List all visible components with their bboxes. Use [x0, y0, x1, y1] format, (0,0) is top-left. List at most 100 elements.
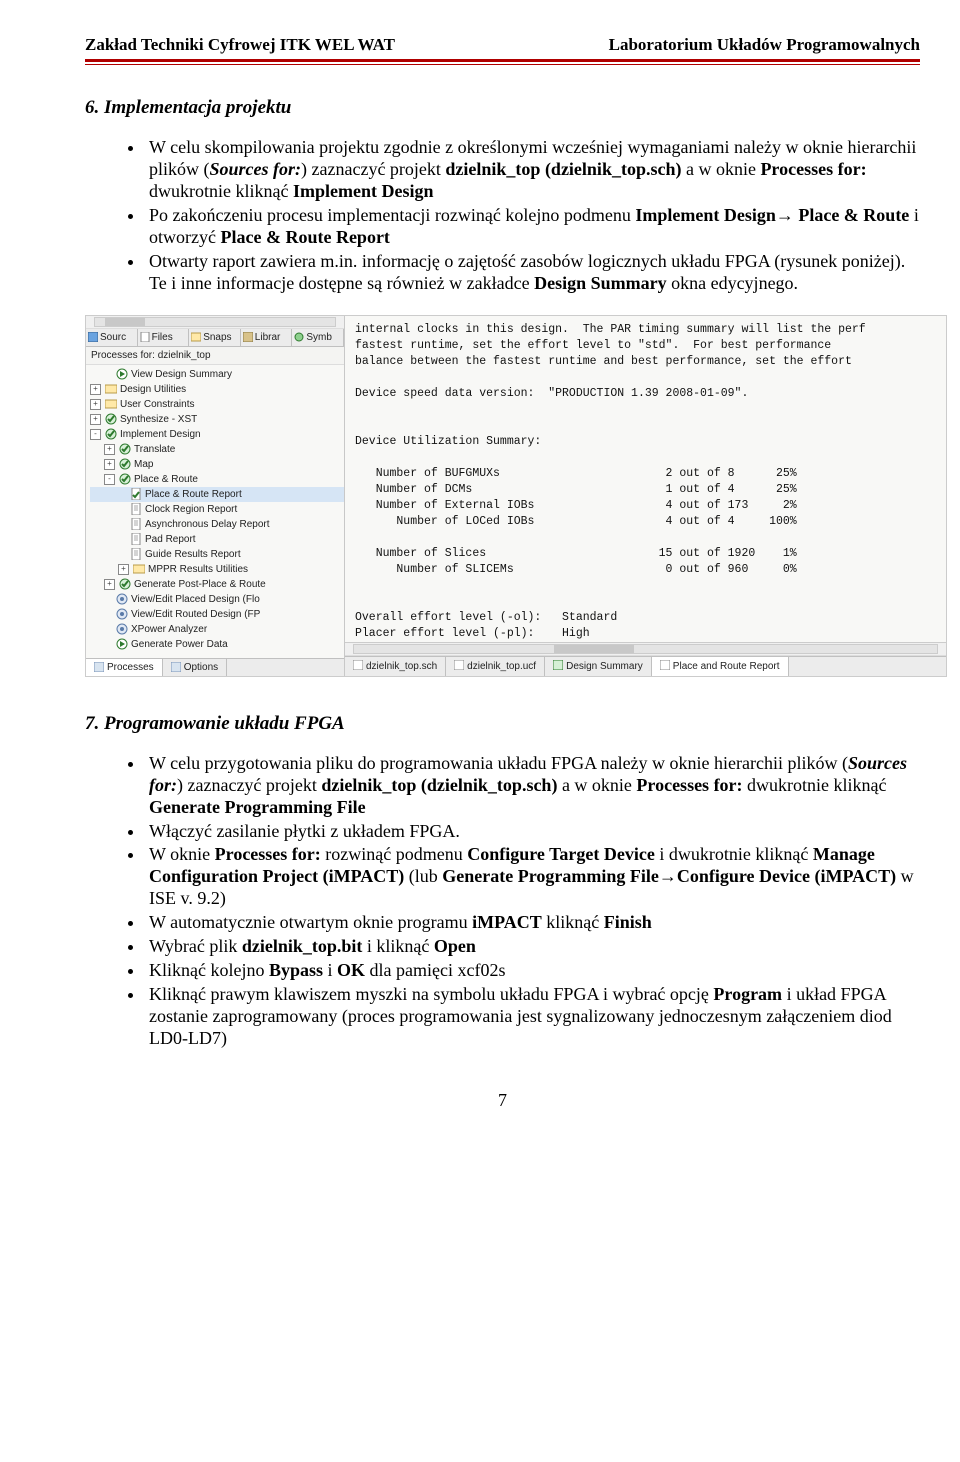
tab-icon — [171, 662, 181, 672]
tree-item[interactable]: + Generate Post-Place & Route — [90, 577, 344, 592]
expander-icon[interactable]: - — [104, 474, 115, 485]
sec7-b1: W celu przygotowania pliku do programowa… — [145, 753, 920, 819]
tree-item-label: View Design Summary — [131, 367, 232, 382]
sec6-title: 6. Implementacja projektu — [85, 97, 920, 119]
sec6-b1: W celu skompilowania projektu zgodnie z … — [145, 137, 920, 203]
okrun-icon — [118, 578, 131, 591]
tree-item[interactable]: + User Constraints — [90, 397, 344, 412]
tree-item-label: Guide Results Report — [145, 547, 241, 562]
sources-tab[interactable]: Symb — [292, 329, 344, 346]
ide-screenshot: SourcFilesSnapsLibrarSymb Processes for:… — [85, 315, 947, 677]
tree-item[interactable]: View/Edit Placed Design (Flo — [90, 592, 344, 607]
expander-icon[interactable]: + — [90, 414, 101, 425]
tree-item[interactable]: Generate Power Data — [90, 637, 344, 652]
tree-item-label: Clock Region Report — [145, 502, 237, 517]
tab-icon — [454, 660, 464, 673]
sources-tab[interactable]: Files — [138, 329, 190, 346]
sources-scroll[interactable] — [86, 316, 344, 329]
editor-tab[interactable]: Place and Route Report — [652, 657, 789, 676]
okrun-icon — [118, 473, 131, 486]
tree-item-label: XPower Analyzer — [131, 622, 207, 637]
header-right: Laboratorium Układów Programowalnych — [609, 35, 920, 55]
par-report[interactable]: internal clocks in this design. The PAR … — [345, 316, 946, 643]
tree-item[interactable]: -Implement Design — [90, 427, 344, 442]
tree-item-label: User Constraints — [120, 397, 194, 412]
tree-item[interactable]: + Map — [90, 457, 344, 472]
fold-icon — [132, 563, 145, 576]
tree-item-label: Synthesize - XST — [120, 412, 197, 427]
header-left: Zakład Techniki Cyfrowej ITK WEL WAT — [85, 35, 395, 55]
sec7-title: 7. Programowanie układu FPGA — [85, 713, 920, 735]
doc-icon — [129, 518, 142, 531]
sec7-b6: Kliknąć kolejno Bypass i OK dla pamięci … — [145, 960, 920, 982]
sources-tab[interactable]: Snaps — [189, 329, 241, 346]
tree-item[interactable]: - Place & Route — [90, 472, 344, 487]
okrun-icon — [118, 458, 131, 471]
left-bottom-tab[interactable]: Processes — [86, 659, 163, 676]
tree-item-label: View/Edit Placed Design (Flo — [131, 592, 260, 607]
okrun-icon — [104, 413, 117, 426]
tree-item-label: Pad Report — [145, 532, 196, 547]
sec6-b2: Po zakończeniu procesu implementacji roz… — [145, 205, 920, 249]
tree-item[interactable]: + MPPR Results Utilities — [90, 562, 344, 577]
sec7-b7: Kliknąć prawym klawiszem myszki na symbo… — [145, 984, 920, 1050]
tree-item-label: Asynchronous Delay Report — [145, 517, 270, 532]
expander-icon[interactable]: + — [104, 579, 115, 590]
left-bottom-tab[interactable]: Options — [163, 659, 227, 676]
tree-item[interactable]: + Synthesize - XST — [90, 412, 344, 427]
tree-item-label: MPPR Results Utilities — [148, 562, 248, 577]
report-hscroll[interactable] — [345, 643, 946, 656]
okrun-icon — [104, 428, 117, 441]
process-tree[interactable]: View Design Summary + Design Utilities + Use… — [86, 365, 344, 658]
tree-item[interactable]: Place & Route Report — [90, 487, 344, 502]
tree-item-label: Place & Route Report — [145, 487, 242, 502]
tree-item-label: Design Utilities — [120, 382, 186, 397]
tree-item-label: Generate Post-Place & Route — [134, 577, 266, 592]
doc-icon — [129, 503, 142, 516]
sources-tabs: SourcFilesSnapsLibrarSymb — [86, 329, 344, 347]
sources-tab[interactable]: Librar — [241, 329, 293, 346]
tool-icon — [115, 623, 128, 636]
editor-tab[interactable]: dzielnik_top.sch — [345, 657, 446, 676]
tree-item[interactable]: Asynchronous Delay Report — [90, 517, 344, 532]
sec7-b4: W automatycznie otwartym oknie programu … — [145, 912, 920, 934]
tree-item[interactable]: + Design Utilities — [90, 382, 344, 397]
tree-item-label: Generate Power Data — [131, 637, 228, 652]
tree-item[interactable]: Pad Report — [90, 532, 344, 547]
fold-icon — [104, 383, 117, 396]
editor-tab[interactable]: dzielnik_top.ucf — [446, 657, 545, 676]
expander-icon[interactable]: + — [90, 399, 101, 410]
run-icon — [115, 638, 128, 651]
sec7-b3: W oknie Processes for: rozwinąć podmenu … — [145, 844, 920, 910]
expander-icon[interactable]: + — [104, 444, 115, 455]
right-pane: internal clocks in this design. The PAR … — [345, 316, 946, 676]
tree-item[interactable]: View/Edit Routed Design (FP — [90, 607, 344, 622]
tree-item-label: Place & Route — [134, 472, 198, 487]
tree-item[interactable]: + Translate — [90, 442, 344, 457]
tree-item-label: Map — [134, 457, 153, 472]
tab-icon — [553, 660, 563, 673]
page-number: 7 — [85, 1090, 920, 1111]
expander-icon[interactable]: + — [90, 384, 101, 395]
tab-icon — [353, 660, 363, 673]
left-bottom-tabs: ProcessesOptions — [86, 658, 344, 676]
tab-icon — [660, 660, 670, 673]
expander-icon[interactable]: + — [118, 564, 129, 575]
sec7-b2: Włączyć zasilanie płytki z układem FPGA. — [145, 821, 920, 843]
processes-label: Processes for: dzielnik_top — [86, 347, 344, 365]
expander-icon[interactable]: + — [104, 459, 115, 470]
tree-item[interactable]: XPower Analyzer — [90, 622, 344, 637]
doc-icon — [129, 533, 142, 546]
tree-item[interactable]: Clock Region Report — [90, 502, 344, 517]
docok-icon — [129, 488, 142, 501]
expander-icon[interactable]: - — [90, 429, 101, 440]
tree-item-label: Translate — [134, 442, 175, 457]
left-pane: SourcFilesSnapsLibrarSymb Processes for:… — [86, 316, 345, 676]
tree-item[interactable]: View Design Summary — [90, 367, 344, 382]
sec6-list: W celu skompilowania projektu zgodnie z … — [85, 137, 920, 295]
fold-icon — [104, 398, 117, 411]
sources-tab[interactable]: Sourc — [86, 329, 138, 346]
editor-tab[interactable]: Design Summary — [545, 657, 652, 676]
header-rule — [85, 59, 920, 65]
tree-item[interactable]: Guide Results Report — [90, 547, 344, 562]
